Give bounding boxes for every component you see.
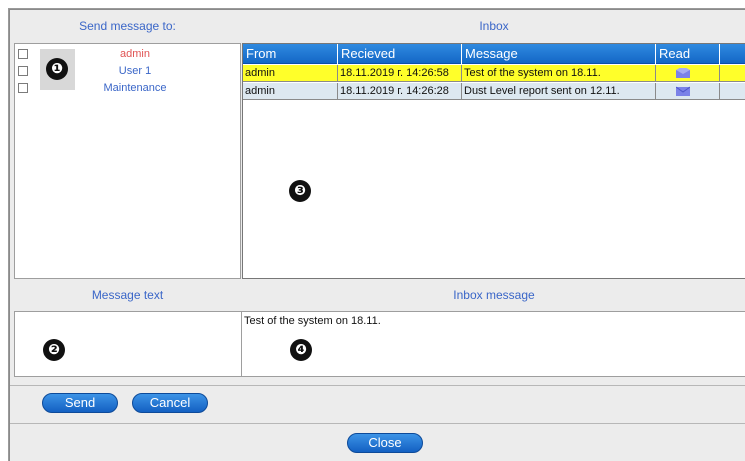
callout-2-badge: ❷ bbox=[43, 339, 65, 361]
inbox-message-view: Test of the system on 18.11. ❹ bbox=[241, 311, 745, 377]
cell-from: admin bbox=[243, 83, 338, 100]
recipient-checkbox[interactable] bbox=[18, 66, 28, 76]
inbox-message-text: Test of the system on 18.11. bbox=[244, 315, 381, 327]
envelope-open-icon bbox=[676, 68, 690, 78]
recipient-label: User 1 bbox=[118, 65, 152, 77]
message-text-header: Message text bbox=[91, 288, 164, 302]
inbox-grid-header: From Recieved Message Read bbox=[243, 44, 745, 64]
cell-received: 18.11.2019 г. 14:26:58 bbox=[338, 65, 462, 82]
column-header-message[interactable]: Message bbox=[462, 44, 656, 64]
envelope-closed-icon bbox=[676, 86, 690, 96]
cell-read bbox=[656, 65, 720, 82]
cancel-button[interactable]: Cancel bbox=[132, 393, 208, 413]
callout-4-badge: ❹ bbox=[290, 339, 312, 361]
column-header-read[interactable]: Read bbox=[656, 44, 720, 64]
recipient-row-user1[interactable]: User 1 bbox=[15, 64, 237, 79]
send-to-header: Send message to: bbox=[79, 19, 176, 33]
close-button[interactable]: Close bbox=[347, 433, 423, 453]
recipient-label: Maintenance bbox=[103, 82, 167, 94]
screen: Send message to: Inbox ❶ admin User 1 Ma… bbox=[0, 0, 745, 461]
inbox-row[interactable]: admin 18.11.2019 г. 14:26:28 Dust Level … bbox=[243, 83, 745, 100]
send-button[interactable]: Send bbox=[42, 393, 118, 413]
inbox-message-header: Inbox message bbox=[453, 288, 535, 302]
divider bbox=[10, 423, 745, 424]
inbox-grid: From Recieved Message Read admin 18.11.2… bbox=[242, 43, 745, 279]
messages-window: Send message to: Inbox ❶ admin User 1 Ma… bbox=[9, 9, 745, 461]
inbox-header: Inbox bbox=[479, 19, 509, 33]
cell-received: 18.11.2019 г. 14:26:28 bbox=[338, 83, 462, 100]
recipient-row-maintenance[interactable]: Maintenance bbox=[15, 81, 237, 96]
inbox-row[interactable]: admin 18.11.2019 г. 14:26:58 Test of the… bbox=[243, 65, 745, 82]
column-header-received[interactable]: Recieved bbox=[338, 44, 462, 64]
message-text-input[interactable]: ❷ bbox=[14, 311, 241, 377]
recipients-list: ❶ admin User 1 Maintenance bbox=[14, 43, 241, 279]
recipient-checkbox[interactable] bbox=[18, 83, 28, 93]
recipient-label: admin bbox=[120, 48, 150, 60]
cell-read bbox=[656, 83, 720, 100]
cell-message: Dust Level report sent on 12.11. bbox=[462, 83, 656, 100]
callout-3-badge: ❸ bbox=[289, 180, 311, 202]
column-header-from[interactable]: From bbox=[243, 44, 338, 64]
cell-from: admin bbox=[243, 65, 338, 82]
recipient-row-admin[interactable]: admin bbox=[15, 47, 237, 62]
recipient-checkbox[interactable] bbox=[18, 49, 28, 59]
cell-message: Test of the system on 18.11. bbox=[462, 65, 656, 82]
divider bbox=[10, 385, 745, 386]
